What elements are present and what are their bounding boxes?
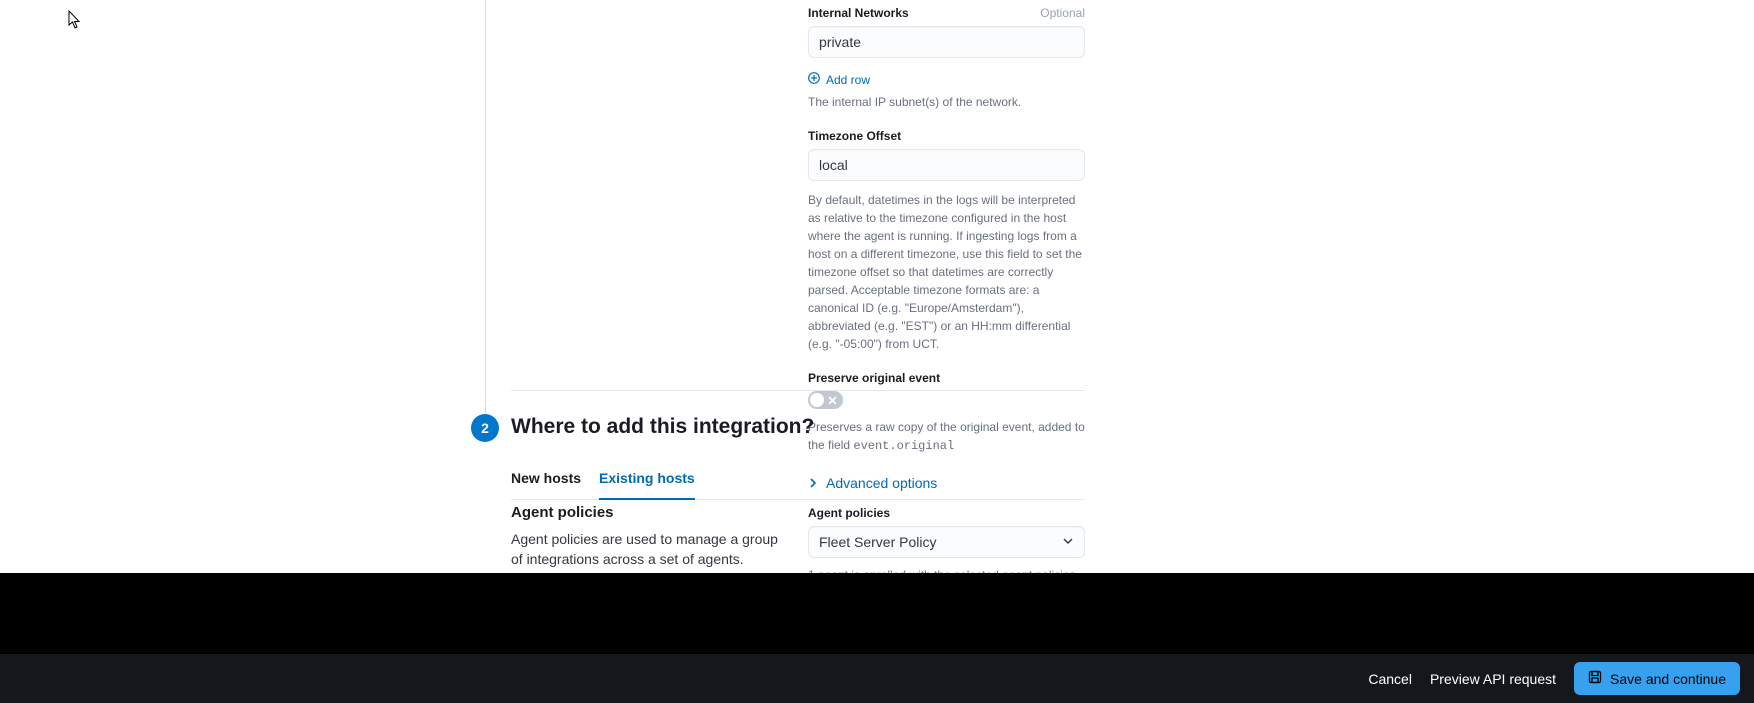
cancel-button[interactable]: Cancel (1368, 671, 1412, 687)
add-row-button[interactable]: Add row (808, 72, 1085, 87)
internal-networks-input[interactable] (808, 26, 1085, 58)
tab-new-hosts[interactable]: New hosts (511, 464, 581, 499)
agent-policies-label: Agent policies (808, 506, 1085, 520)
add-row-label: Add row (826, 73, 870, 87)
preserve-original-help: Preserves a raw copy of the original eve… (808, 418, 1085, 455)
chevron-down-icon (1062, 534, 1074, 550)
agent-policies-selected: Fleet Server Policy (819, 534, 936, 550)
agent-policies-select[interactable]: Fleet Server Policy (808, 526, 1085, 558)
step-2-title: Where to add this integration? (511, 415, 814, 439)
internal-networks-label: Internal Networks (808, 6, 909, 20)
preview-api-request-button[interactable]: Preview API request (1430, 671, 1556, 687)
preserve-original-toggle[interactable] (808, 391, 843, 409)
tab-existing-hosts[interactable]: Existing hosts (599, 464, 695, 500)
agent-policies-desc: Agent policies are used to manage a grou… (511, 529, 781, 570)
x-icon (825, 393, 839, 407)
preserve-original-label: Preserve original event (808, 371, 1085, 385)
save-and-continue-button[interactable]: Save and continue (1574, 662, 1740, 695)
agent-policies-status: 1 agent is enrolled with the selected ag… (808, 566, 1085, 573)
section-divider (511, 390, 1085, 391)
step-2-badge: 2 (471, 414, 499, 442)
save-icon (1588, 670, 1602, 687)
agent-policies-heading: Agent policies (511, 504, 781, 521)
timezone-label: Timezone Offset (808, 129, 1085, 143)
timezone-help: By default, datetimes in the logs will b… (808, 191, 1085, 353)
plus-circle-icon (808, 72, 820, 87)
hosts-tabs: New hosts Existing hosts (511, 464, 1085, 500)
internal-networks-help: The internal IP subnet(s) of the network… (808, 93, 1085, 111)
step-connector-line (485, 0, 486, 413)
timezone-input[interactable] (808, 149, 1085, 181)
footer-spacer (0, 573, 1754, 654)
save-button-label: Save and continue (1610, 671, 1726, 687)
optional-tag: Optional (1040, 6, 1085, 20)
